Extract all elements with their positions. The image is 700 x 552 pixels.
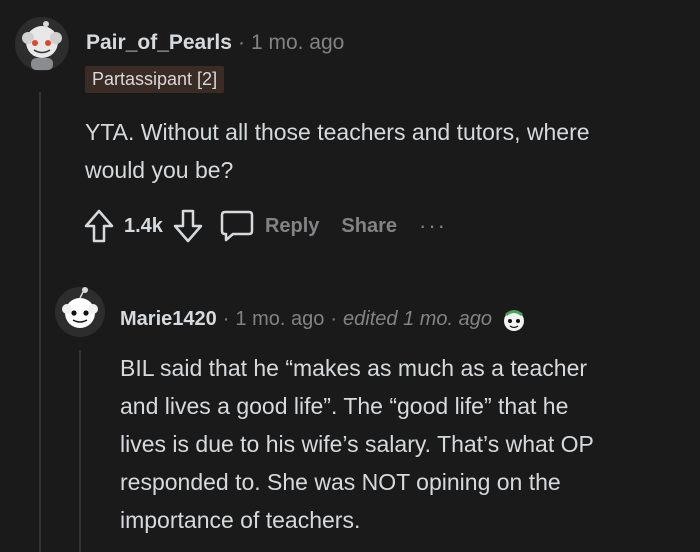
- more-options-button[interactable]: ···: [419, 213, 447, 239]
- award-icon[interactable]: [500, 305, 528, 333]
- meta-separator: ·: [237, 31, 245, 54]
- comment2-body: BIL said that he “makes as much as a tea…: [120, 349, 594, 539]
- thread-line-comment2[interactable]: [79, 350, 81, 552]
- comment1-body: YTA. Without all those teachers and tuto…: [85, 113, 590, 189]
- share-button[interactable]: Share: [341, 215, 397, 238]
- user-flair: Partassipant [2]: [85, 66, 225, 93]
- comment2-body-line: importance of teachers.: [120, 507, 361, 533]
- upvote-icon[interactable]: [84, 209, 114, 243]
- comment1-body-line: YTA. Without all those teachers and tuto…: [85, 119, 590, 145]
- edited-label: edited 1 mo. ago: [343, 307, 493, 330]
- timestamp-link[interactable]: 1 mo. ago: [251, 31, 344, 55]
- comment2-body-line: BIL said that he “makes as much as a tea…: [120, 355, 588, 381]
- avatar-marie1420[interactable]: [54, 286, 106, 338]
- thread-line-comment1[interactable]: [39, 92, 41, 552]
- snoo-avatar-icon: [55, 287, 105, 337]
- comment2-body-line: and lives a good life”. The “good life” …: [120, 393, 569, 419]
- timestamp-link[interactable]: 1 mo. ago: [235, 308, 324, 331]
- vote-score: 1.4k: [124, 214, 163, 237]
- comment2-body-line: responded to. She was NOT opining on the: [120, 469, 561, 495]
- snoo-avatar-icon: [15, 17, 69, 71]
- reply-comment-icon[interactable]: [219, 209, 255, 243]
- comment1-body-line: would you be?: [85, 157, 234, 183]
- avatar-pair-of-pearls[interactable]: [14, 16, 70, 72]
- comment1-meta: Pair_of_Pearls · 1 mo. ago: [86, 31, 344, 55]
- username-link[interactable]: Marie1420: [120, 308, 217, 331]
- comment2-body-line: lives is due to his wife’s salary. That’…: [120, 431, 594, 457]
- comment1-actions: 1.4k Reply Share ···: [84, 206, 447, 246]
- username-link[interactable]: Pair_of_Pearls: [86, 31, 232, 55]
- meta-separator: ·: [330, 307, 338, 330]
- reply-button[interactable]: Reply: [265, 215, 319, 238]
- meta-separator: ·: [222, 307, 230, 330]
- comment2-meta: Marie1420 · 1 mo. ago · edited 1 mo. ago: [120, 305, 528, 333]
- downvote-icon[interactable]: [173, 209, 203, 243]
